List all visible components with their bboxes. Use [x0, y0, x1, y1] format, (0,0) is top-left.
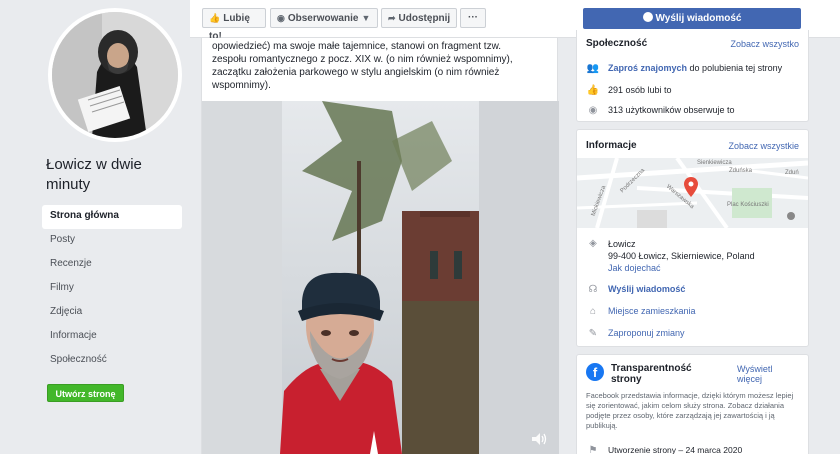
directions-link[interactable]: Jak dojechać — [608, 262, 755, 274]
pencil-icon: ✎ — [588, 328, 598, 339]
page-title: Łowicz w dwie minuty — [46, 156, 142, 193]
send-message-row: ☊ Wyślij wiadomość — [586, 284, 686, 295]
volume-icon[interactable] — [531, 432, 547, 446]
create-page-button[interactable]: Utwórz stronę — [47, 384, 124, 402]
page-avatar[interactable] — [48, 8, 182, 142]
followers-row: ◉ 313 użytkowników obserwuje to — [586, 105, 735, 116]
transparency-card: f Transparentność strony Wyświetl więcej… — [576, 354, 809, 454]
community-see-all-link[interactable]: Zobacz wszystko — [730, 39, 799, 49]
address-line: 99-400 Łowicz, Skierniewice, Poland — [608, 251, 755, 261]
followers-count: 313 użytkowników obserwuje to — [608, 105, 735, 115]
thumbs-up-icon: 👍 — [586, 85, 600, 96]
nav-item-photos[interactable]: Zdjęcia — [42, 301, 182, 325]
left-column: Łowicz w dwie minuty Strona główna Posty… — [0, 0, 190, 454]
map-street-label: Zduńska — [729, 168, 753, 174]
messenger-icon — [642, 12, 653, 22]
suggest-edits-link[interactable]: Zaproponuj zmiany — [608, 328, 685, 338]
community-title: Społeczność — [586, 38, 648, 49]
like-button[interactable]: 👍 Lubię to! — [202, 8, 266, 42]
send-message-button[interactable]: Wyślij wiadomość — [583, 8, 801, 29]
house-icon: ⌂ — [589, 306, 597, 317]
avatar-photo — [52, 12, 178, 138]
rss-icon: ◉ — [277, 13, 285, 23]
flag-icon: ⚑ — [588, 445, 598, 454]
follow-button[interactable]: ◉ Obserwowanie ▼ — [270, 8, 378, 28]
facebook-logo-icon: f — [586, 363, 604, 381]
video-frame — [202, 101, 559, 454]
post-text-line: wspomnimy). — [212, 80, 271, 91]
rss-icon: ◉ — [588, 105, 598, 116]
invite-text: do polubienia tej strony — [689, 63, 783, 73]
nav-item-community[interactable]: Społeczność — [42, 349, 182, 373]
post-text-line: zespołu romantycznego z pocz. XIX w. (o … — [212, 54, 513, 65]
follow-label: Obserwowanie — [287, 13, 359, 24]
map-street-label: Sienkiewicza — [697, 160, 732, 166]
nav-item-about[interactable]: Informacje — [42, 325, 182, 349]
info-see-all-link[interactable]: Zobacz wszystkie — [728, 141, 799, 151]
likes-count: 291 osób lubi to — [608, 85, 672, 95]
send-message-link[interactable]: Wyślij wiadomość — [608, 284, 685, 294]
post-text-line: zaczątku założenia parkowego w stylu ang… — [212, 67, 500, 78]
community-card: Społeczność Zobacz wszystko 👥 Zaproś zna… — [576, 30, 809, 122]
nav-item-posts[interactable]: Posty — [42, 229, 182, 253]
nav-item-home[interactable]: Strona główna — [42, 205, 182, 229]
info-title: Informacje — [586, 140, 637, 151]
invite-friends-row: 👥 Zaproś znajomych do polubienia tej str… — [586, 63, 782, 74]
more-options-button[interactable]: ··· — [460, 8, 486, 28]
likes-row: 👍 291 osób lubi to — [586, 85, 672, 96]
thumbs-up-icon: 👍 — [209, 13, 221, 23]
page-created-text: Utworzenie strony – 24 marca 2020 — [608, 445, 743, 454]
share-button[interactable]: ➦ Udostępnij — [381, 8, 457, 28]
location-map[interactable]: Sienkiewicza Zduńska Zduń Podrzeczna War… — [577, 158, 808, 228]
post-text-line: opowiedzieć) ma swoje małe tajemnice, st… — [212, 41, 502, 52]
map-pin-icon — [684, 177, 698, 197]
chevron-down-icon: ▼ — [361, 13, 371, 23]
residence-link[interactable]: Miejsce zamieszkania — [608, 306, 696, 316]
post-video[interactable] — [202, 101, 559, 454]
invite-friends-link[interactable]: Zaproś znajomych — [608, 63, 687, 73]
messenger-icon: ☊ — [588, 284, 598, 295]
transparency-title: Transparentność strony — [611, 363, 692, 385]
map-street-label: Zduń — [785, 170, 799, 176]
page-nav: Strona główna Posty Recenzje Filmy Zdjęc… — [42, 205, 182, 373]
nav-item-videos[interactable]: Filmy — [42, 277, 182, 301]
transparency-description: Facebook przedstawia informacje, dzięki … — [586, 391, 794, 430]
residence-row: ⌂ Miejsce zamieszkania — [586, 306, 696, 317]
info-card: Informacje Zobacz wszystkie Sienkiewicza… — [576, 129, 809, 347]
address-city: Łowicz — [608, 239, 636, 249]
nav-item-reviews[interactable]: Recenzje — [42, 253, 182, 277]
people-icon: 👥 — [586, 63, 600, 74]
share-arrow-icon: ➦ — [388, 13, 396, 23]
suggest-edits-row: ✎ Zaproponuj zmiany — [586, 328, 685, 339]
location-pin-icon: ◈ — [589, 238, 597, 249]
share-label: Udostępnij — [398, 13, 451, 24]
send-message-label: Wyślij wiadomość — [655, 13, 742, 24]
page-created-row: ⚑ Utworzenie strony – 24 marca 2020 — [586, 445, 743, 454]
post-card: opowiedzieć) ma swoje małe tajemnice, st… — [201, 38, 559, 454]
transparency-show-more-link[interactable]: Wyświetl więcej — [737, 364, 797, 384]
post-text: opowiedzieć) ma swoje małe tajemnice, st… — [202, 38, 557, 92]
address-row: ◈ Łowicz 99-400 Łowicz, Skierniewice, Po… — [586, 238, 755, 274]
map-street-label: Plac Kościuszki — [727, 202, 769, 208]
